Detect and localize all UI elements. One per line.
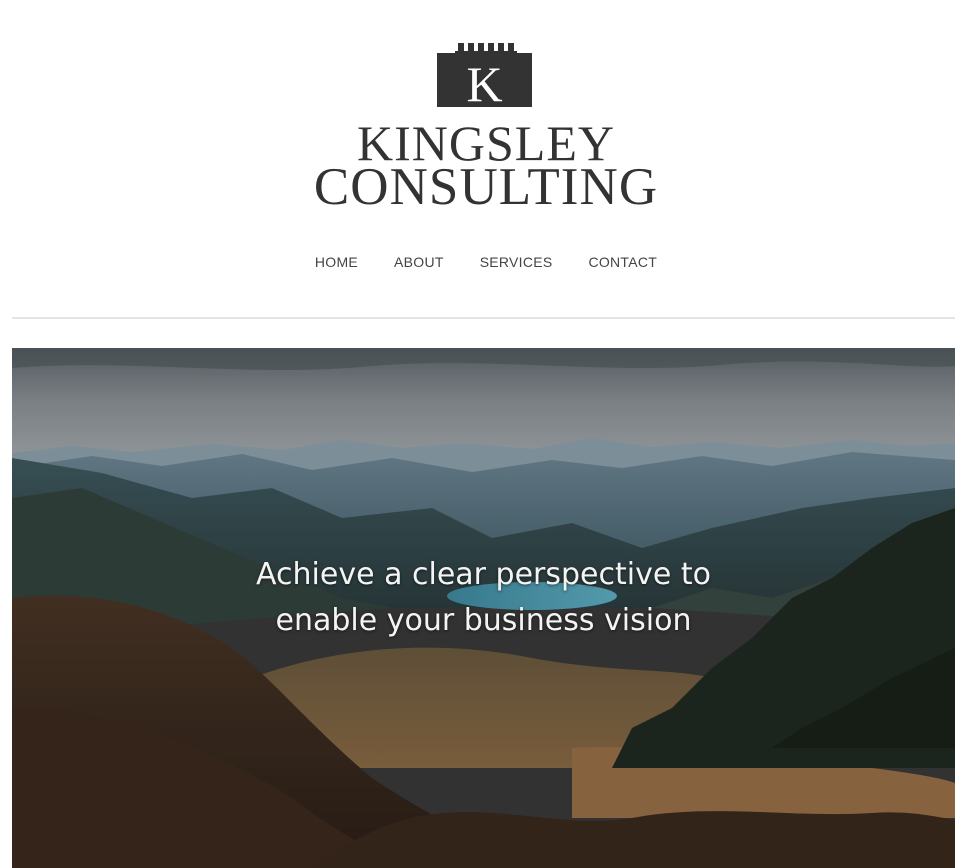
hero-headline-line1: Achieve a clear perspective to (256, 557, 711, 592)
main-nav: HOME ABOUT SERVICES CONTACT (0, 254, 972, 270)
hero-headline-line2: enable your business vision (275, 603, 692, 638)
hero-banner: Achieve a clear perspective to enable yo… (12, 348, 955, 868)
logo[interactable]: K KINGSLEY CONSULTING (0, 40, 972, 220)
castle-logo-icon: K (437, 43, 532, 107)
site-header: K KINGSLEY CONSULTING HOME ABOUT SERVICE… (0, 0, 972, 320)
nav-contact[interactable]: CONTACT (588, 254, 657, 270)
nav-home[interactable]: HOME (315, 254, 358, 270)
logo-letter: K (466, 56, 502, 107)
nav-services[interactable]: SERVICES (480, 254, 553, 270)
header-divider (12, 317, 955, 319)
nav-about[interactable]: ABOUT (394, 254, 444, 270)
hero-headline: Achieve a clear perspective to enable yo… (12, 552, 955, 644)
brand-name-line2: CONSULTING (313, 158, 659, 216)
